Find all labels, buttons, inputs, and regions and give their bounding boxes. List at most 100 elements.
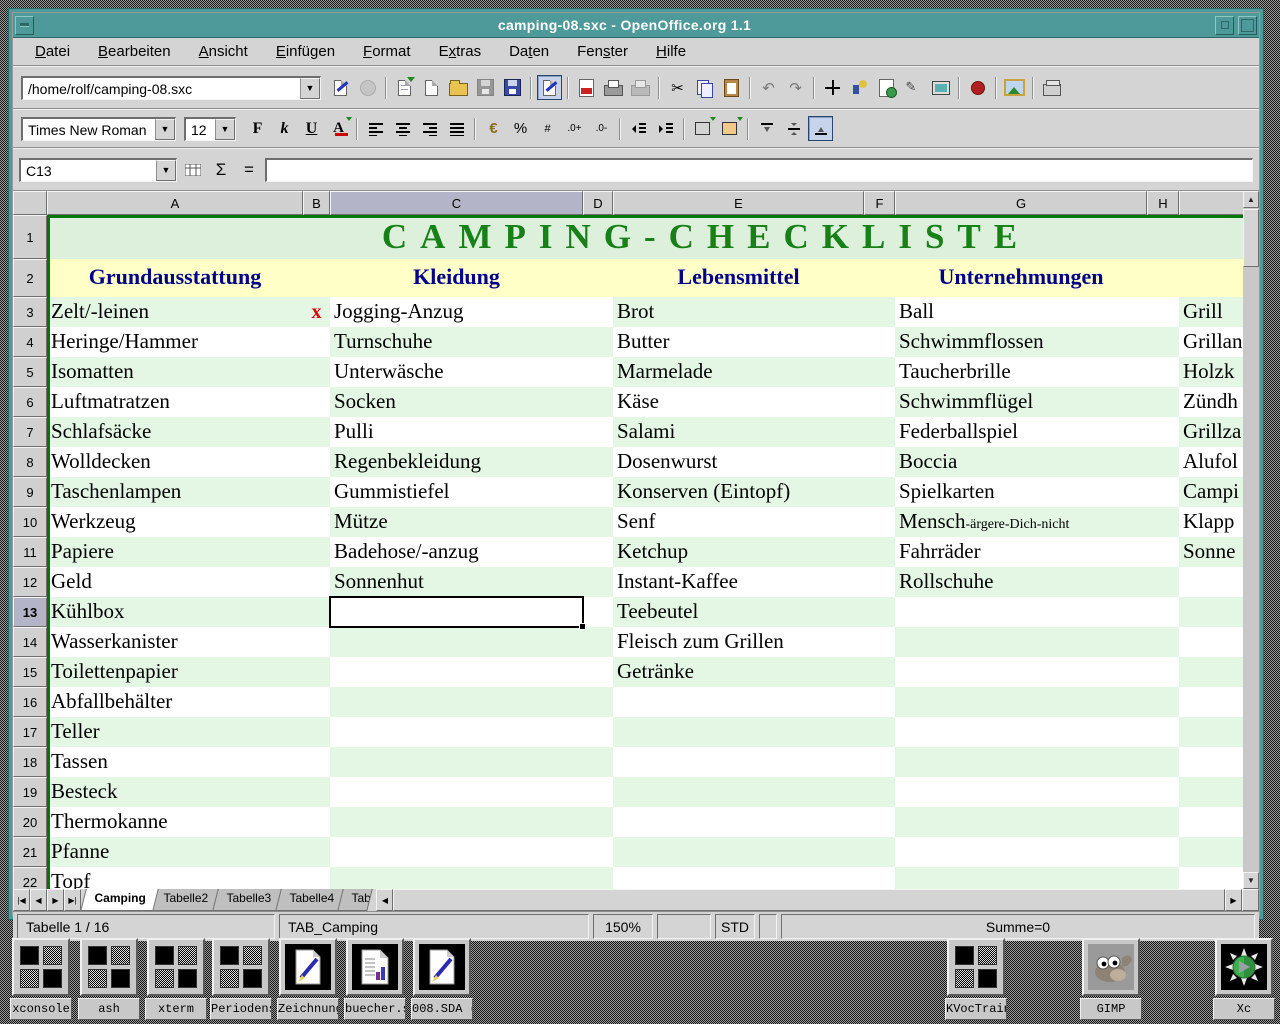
sphere-icon[interactable] <box>1215 938 1273 996</box>
blank-page-icon[interactable] <box>419 75 444 100</box>
name-box-dropdown-arrow[interactable]: ▼ <box>156 160 176 181</box>
cell-F3[interactable] <box>864 297 895 327</box>
cell-G16[interactable] <box>895 687 1147 717</box>
virtual-screen-icon[interactable] <box>928 75 953 100</box>
navigator-icon[interactable] <box>820 75 845 100</box>
cell-F10[interactable] <box>864 507 895 537</box>
cell-D11[interactable] <box>583 537 613 567</box>
desktop-icon-gimp[interactable]: GIMP <box>1080 938 1142 1020</box>
cell-E6[interactable]: Käse <box>613 387 864 417</box>
vertical-scroll-thumb[interactable] <box>1243 209 1259 267</box>
cell-A22[interactable]: Topf <box>47 867 303 889</box>
font-name-value[interactable]: Times New Roman <box>23 119 155 140</box>
align-right-icon[interactable] <box>417 116 442 141</box>
align-justify-icon[interactable] <box>444 116 469 141</box>
column-header-D[interactable]: D <box>583 191 613 215</box>
cell-C22[interactable] <box>330 867 583 889</box>
row-header-2[interactable]: 2 <box>13 259 47 297</box>
scroll-left-icon[interactable]: ◀ <box>376 889 393 911</box>
cell-B17[interactable] <box>303 717 330 747</box>
cell-grid[interactable]: CAMPING-CHECKLISTEGrundausstattungKleidu… <box>47 215 1243 889</box>
sheet-tab-tabelle3[interactable]: Tabelle3 <box>212 889 284 911</box>
borders-icon[interactable] <box>690 116 715 141</box>
cell-G10[interactable]: Mensch-ärgere-Dich-nicht <box>895 507 1147 537</box>
cell-F19[interactable] <box>864 777 895 807</box>
cell-A18[interactable]: Tassen <box>47 747 303 777</box>
cell-F14[interactable] <box>864 627 895 657</box>
title-row[interactable]: CAMPING-CHECKLISTE <box>47 215 1243 259</box>
cell-A12[interactable]: Geld <box>47 567 303 597</box>
row-header-15[interactable]: 15 <box>13 657 47 687</box>
column-header-partial[interactable] <box>1179 191 1243 215</box>
cell-B5[interactable] <box>303 357 330 387</box>
cell-I12[interactable] <box>1179 567 1243 597</box>
cell-C10[interactable]: Mütze <box>330 507 583 537</box>
cell-D10[interactable] <box>583 507 613 537</box>
cell-E3[interactable]: Brot <box>613 297 864 327</box>
edit-mode-icon[interactable] <box>537 75 562 100</box>
cell-B22[interactable] <box>303 867 330 889</box>
cell-E20[interactable] <box>613 807 864 837</box>
row-header-19[interactable]: 19 <box>13 777 47 807</box>
row-header-9[interactable]: 9 <box>13 477 47 507</box>
cell-I14[interactable] <box>1179 627 1243 657</box>
cell-C14[interactable] <box>330 627 583 657</box>
cell-I5[interactable]: Holzk <box>1179 357 1243 387</box>
cell-C7[interactable]: Pulli <box>330 417 583 447</box>
cell-D6[interactable] <box>583 387 613 417</box>
cell-H4[interactable] <box>1147 327 1179 357</box>
cell-G17[interactable] <box>895 717 1147 747</box>
cell-F16[interactable] <box>864 687 895 717</box>
cell-G8[interactable]: Boccia <box>895 447 1147 477</box>
cell-F22[interactable] <box>864 867 895 889</box>
cell-G19[interactable] <box>895 777 1147 807</box>
cell-D21[interactable] <box>583 837 613 867</box>
row-header-10[interactable]: 10 <box>13 507 47 537</box>
desktop-icon-ash[interactable]: ash <box>78 938 140 1020</box>
cell-A15[interactable]: Toilettenpapier <box>47 657 303 687</box>
cell-I8[interactable]: Alufol <box>1179 447 1243 477</box>
cell-H5[interactable] <box>1147 357 1179 387</box>
column-header-E[interactable]: E <box>613 191 864 215</box>
cell-D12[interactable] <box>583 567 613 597</box>
row-headers[interactable]: 12345678910111213141516171819202122 <box>13 215 47 889</box>
row-header-18[interactable]: 18 <box>13 747 47 777</box>
cell-reference[interactable]: C13 <box>21 160 156 181</box>
cell-B9[interactable] <box>303 477 330 507</box>
cell-A7[interactable]: Schlafsäcke <box>47 417 303 447</box>
cell-G22[interactable] <box>895 867 1147 889</box>
cell-B12[interactable] <box>303 567 330 597</box>
cell-H8[interactable] <box>1147 447 1179 477</box>
cell-H11[interactable] <box>1147 537 1179 567</box>
cell-G9[interactable]: Spielkarten <box>895 477 1147 507</box>
scroll-up-icon[interactable]: ▲ <box>1243 191 1259 208</box>
horizontal-scroll-thumb[interactable] <box>393 889 1225 911</box>
cell-I16[interactable] <box>1179 687 1243 717</box>
cell-B18[interactable] <box>303 747 330 777</box>
cell-D15[interactable] <box>583 657 613 687</box>
cell-F11[interactable] <box>864 537 895 567</box>
select-all-corner[interactable] <box>13 191 47 215</box>
cell-F7[interactable] <box>864 417 895 447</box>
column-header-G[interactable]: G <box>895 191 1147 215</box>
font-size-combobox[interactable]: 12 ▼ <box>184 117 236 141</box>
row-header-8[interactable]: 8 <box>13 447 47 477</box>
cell-E17[interactable] <box>613 717 864 747</box>
cell-G20[interactable] <box>895 807 1147 837</box>
url-dropdown-arrow[interactable]: ▼ <box>300 78 320 99</box>
x-window-icon[interactable] <box>212 938 270 996</box>
cell-D9[interactable] <box>583 477 613 507</box>
cell-D7[interactable] <box>583 417 613 447</box>
sheet-tab-tabelle4[interactable]: Tabelle4 <box>275 889 347 911</box>
background-color-icon[interactable] <box>717 116 742 141</box>
decrease-indent-icon[interactable] <box>626 116 651 141</box>
column-header-B[interactable]: B <box>303 191 330 215</box>
cell-H18[interactable] <box>1147 747 1179 777</box>
cell-H17[interactable] <box>1147 717 1179 747</box>
cell-I19[interactable] <box>1179 777 1243 807</box>
cell-B6[interactable] <box>303 387 330 417</box>
cell-C4[interactable]: Turnschuhe <box>330 327 583 357</box>
cell-I9[interactable]: Campi <box>1179 477 1243 507</box>
cell-A5[interactable]: Isomatten <box>47 357 303 387</box>
cell-C20[interactable] <box>330 807 583 837</box>
